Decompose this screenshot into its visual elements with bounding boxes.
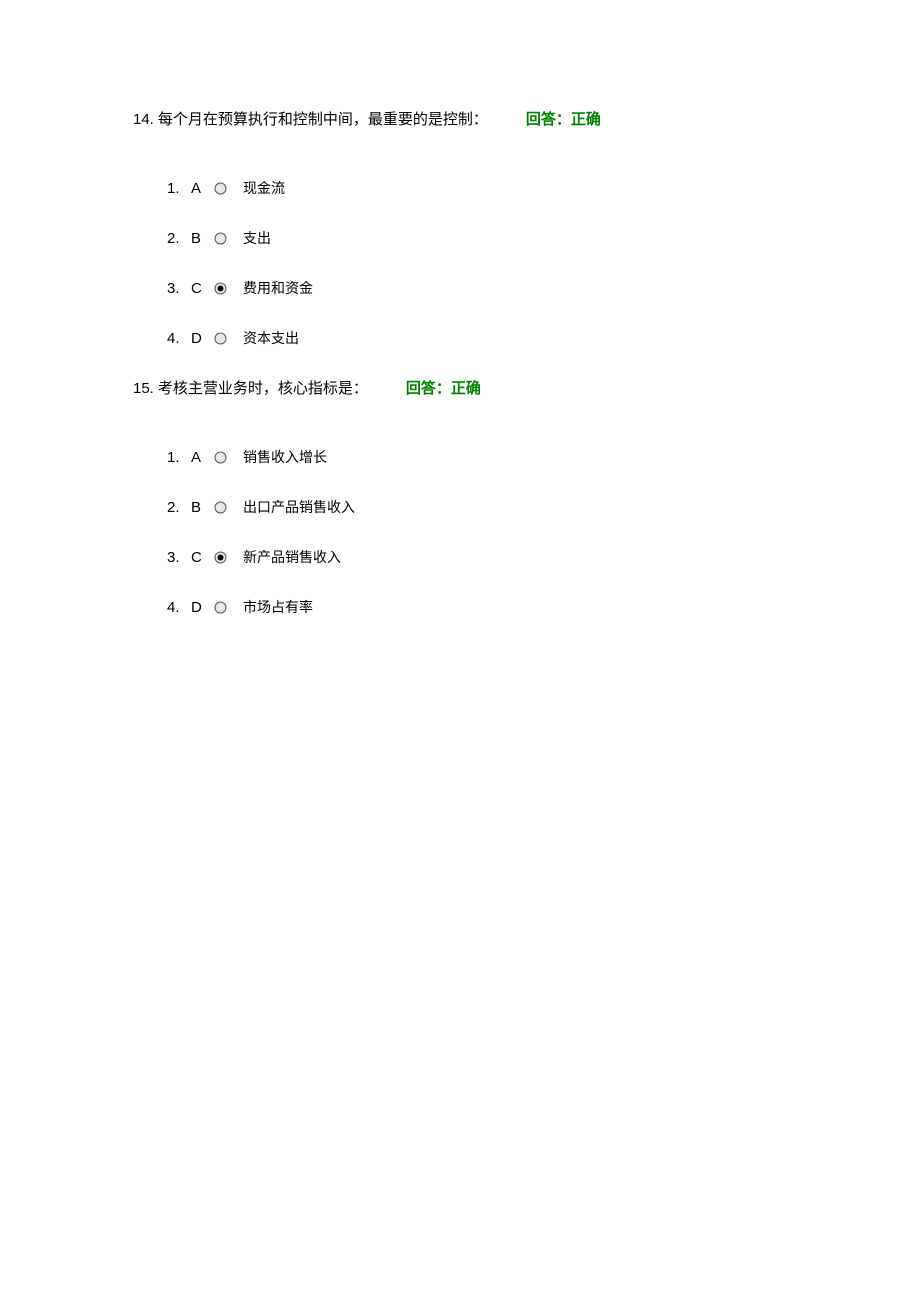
- question-text: 每个月在预算执行和控制中间，最重要的是控制：: [158, 108, 488, 129]
- option-letter: B: [191, 230, 213, 247]
- option-letter: A: [191, 180, 213, 197]
- question-number: 15.: [133, 380, 154, 397]
- option-number: 1.: [167, 180, 191, 197]
- option-text: 费用和资金: [243, 278, 313, 298]
- option-text: 资本支出: [243, 328, 299, 348]
- radio-unselected-icon[interactable]: [213, 450, 227, 464]
- option-text: 支出: [243, 228, 271, 248]
- question-number: 14.: [133, 111, 154, 128]
- option-item: 4.D 市场占有率: [167, 596, 920, 618]
- radio-unselected-icon[interactable]: [213, 600, 227, 614]
- radio-unselected-icon[interactable]: [213, 331, 227, 345]
- option-item: 3.C 新产品销售收入: [167, 546, 920, 568]
- option-text: 现金流: [243, 178, 285, 198]
- option-number: 4.: [167, 599, 191, 616]
- radio-selected-icon[interactable]: [213, 281, 227, 295]
- option-number: 3.: [167, 549, 191, 566]
- option-item: 2.B 出口产品销售收入: [167, 496, 920, 518]
- option-letter: C: [191, 549, 213, 566]
- option-letter: C: [191, 280, 213, 297]
- radio-selected-icon[interactable]: [213, 550, 227, 564]
- option-letter: A: [191, 449, 213, 466]
- option-text: 销售收入增长: [243, 447, 327, 467]
- radio-unselected-icon[interactable]: [213, 181, 227, 195]
- option-text: 市场占有率: [243, 597, 313, 617]
- radio-unselected-icon[interactable]: [213, 500, 227, 514]
- option-letter: D: [191, 330, 213, 347]
- question-header: 14.每个月在预算执行和控制中间，最重要的是控制： 回答：正确: [133, 108, 920, 129]
- option-text: 新产品销售收入: [243, 547, 341, 567]
- option-letter: D: [191, 599, 213, 616]
- option-item: 3.C 费用和资金: [167, 277, 920, 299]
- option-letter: B: [191, 499, 213, 516]
- radio-unselected-icon[interactable]: [213, 231, 227, 245]
- option-number: 2.: [167, 230, 191, 247]
- option-item: 4.D 资本支出: [167, 327, 920, 349]
- question-block: 14.每个月在预算执行和控制中间，最重要的是控制： 回答：正确 1.A 现金流 2.B 支…: [133, 108, 920, 349]
- option-number: 2.: [167, 499, 191, 516]
- question-block: 15.考核主营业务时，核心指标是： 回答：正确 1.A 销售收入增长 2.B 出口产品销售…: [133, 377, 920, 618]
- options-list: 1.A 现金流 2.B 支出 3.C 费用和资金 4.D 资本支出: [133, 177, 920, 349]
- option-number: 4.: [167, 330, 191, 347]
- question-header: 15.考核主营业务时，核心指标是： 回答：正确: [133, 377, 920, 398]
- option-number: 1.: [167, 449, 191, 466]
- option-item: 1.A 销售收入增长: [167, 446, 920, 468]
- option-number: 3.: [167, 280, 191, 297]
- answer-feedback: 回答：正确: [406, 377, 481, 398]
- question-text: 考核主营业务时，核心指标是：: [158, 377, 368, 398]
- option-item: 1.A 现金流: [167, 177, 920, 199]
- option-item: 2.B 支出: [167, 227, 920, 249]
- answer-feedback: 回答：正确: [526, 108, 601, 129]
- options-list: 1.A 销售收入增长 2.B 出口产品销售收入 3.C 新产品销售收入 4.D 市场占有率: [133, 446, 920, 618]
- option-text: 出口产品销售收入: [243, 497, 355, 517]
